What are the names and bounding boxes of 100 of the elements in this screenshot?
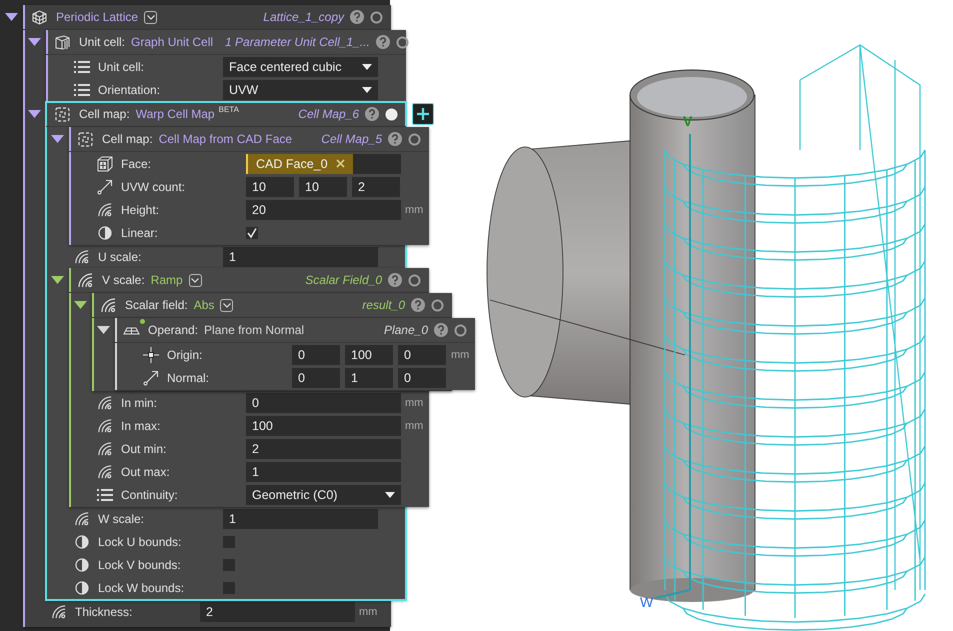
panel-type: Plane from Normal bbox=[204, 323, 304, 337]
number-field[interactable]: 100 bbox=[246, 416, 401, 436]
expand-triangle[interactable] bbox=[51, 135, 64, 143]
panel-name: Cell Map_6 bbox=[298, 107, 359, 121]
help-icon[interactable] bbox=[376, 35, 390, 49]
arcs-icon bbox=[97, 394, 113, 410]
half-circle-icon bbox=[74, 534, 90, 548]
number-field[interactable]: 2 bbox=[200, 602, 355, 622]
dropdown[interactable]: UVW bbox=[223, 80, 378, 100]
field-label: Thickness: bbox=[75, 604, 134, 618]
panel-label: Unit cell: bbox=[79, 35, 126, 49]
list-icon bbox=[97, 488, 113, 500]
number-field[interactable]: 1 bbox=[246, 462, 401, 482]
arcs-icon bbox=[97, 202, 113, 218]
number-field[interactable]: 1 bbox=[223, 508, 378, 528]
status-dot[interactable] bbox=[408, 274, 421, 286]
help-icon[interactable] bbox=[434, 323, 448, 337]
half-circle-icon bbox=[97, 226, 113, 240]
panel-name: 1 Parameter Unit Cell_1_... bbox=[225, 35, 370, 49]
field-label: Out max: bbox=[121, 464, 171, 478]
field-label: W scale: bbox=[98, 512, 146, 526]
help-icon[interactable] bbox=[388, 132, 402, 146]
help-icon[interactable] bbox=[365, 107, 379, 121]
panel-name: Plane_0 bbox=[384, 323, 428, 337]
panel-name: Cell Map_5 bbox=[321, 132, 382, 146]
arcs-icon bbox=[100, 296, 117, 314]
status-dot[interactable] bbox=[454, 324, 467, 336]
cube-icon bbox=[97, 156, 113, 172]
panel-type: Ramp bbox=[150, 273, 183, 287]
unit-label: mm bbox=[405, 396, 424, 408]
checkbox[interactable] bbox=[223, 558, 235, 570]
status-dot[interactable] bbox=[431, 298, 444, 312]
number-field[interactable]: 0 bbox=[292, 344, 340, 364]
number-field[interactable]: 100 bbox=[345, 344, 393, 364]
face-chip[interactable]: CAD Face_0 bbox=[246, 154, 353, 174]
dashed-frame-icon bbox=[54, 106, 71, 122]
field-label: Lock V bounds: bbox=[98, 558, 182, 572]
field-label: Orientation: bbox=[98, 82, 162, 96]
plus-icon bbox=[416, 107, 430, 121]
arcs-icon bbox=[51, 604, 67, 620]
dashed-frame-icon bbox=[77, 130, 94, 148]
unit-label: mm bbox=[359, 606, 378, 618]
type-menu-button[interactable] bbox=[220, 298, 234, 312]
field-label: Height: bbox=[121, 202, 160, 216]
status-dot[interactable] bbox=[370, 10, 383, 24]
checkbox[interactable] bbox=[223, 582, 235, 594]
dropdown[interactable]: Geometric (C0) bbox=[246, 484, 401, 504]
number-field[interactable]: 0 bbox=[292, 368, 340, 388]
number-field[interactable]: 1 bbox=[223, 246, 378, 266]
number-field[interactable]: 0 bbox=[246, 392, 401, 412]
type-menu-button[interactable] bbox=[144, 10, 158, 24]
number-field[interactable]: 20 bbox=[246, 200, 401, 220]
help-icon[interactable] bbox=[350, 10, 364, 24]
status-dot[interactable] bbox=[408, 132, 421, 146]
number-field[interactable]: 2 bbox=[352, 176, 400, 196]
beta-tag: BETA bbox=[218, 105, 239, 114]
help-icon[interactable] bbox=[411, 298, 425, 312]
number-field[interactable]: 10 bbox=[246, 176, 294, 196]
caret-icon bbox=[362, 64, 372, 70]
help-icon[interactable] bbox=[388, 273, 402, 287]
status-dot[interactable] bbox=[385, 108, 398, 120]
remove-icon[interactable] bbox=[336, 159, 345, 168]
field-label: Linear: bbox=[121, 226, 159, 240]
expand-triangle[interactable] bbox=[28, 38, 41, 46]
panel-name: Scalar Field_0 bbox=[305, 273, 382, 287]
number-field[interactable]: 1 bbox=[345, 368, 393, 388]
number-field[interactable]: 0 bbox=[398, 344, 446, 364]
lattice-cube-icon bbox=[31, 8, 48, 26]
unit-label: mm bbox=[405, 420, 424, 432]
add-button[interactable] bbox=[412, 103, 434, 125]
number-field[interactable]: 0 bbox=[398, 368, 446, 388]
panel-label: Scalar field: bbox=[125, 298, 188, 312]
dropdown[interactable]: Face centered cubic bbox=[223, 56, 378, 76]
expand-triangle[interactable] bbox=[97, 326, 110, 334]
number-field[interactable]: 2 bbox=[246, 438, 401, 458]
caret-icon bbox=[385, 492, 395, 498]
expand-triangle[interactable] bbox=[51, 276, 64, 284]
expand-triangle[interactable] bbox=[74, 301, 87, 309]
checkbox[interactable] bbox=[223, 536, 235, 548]
unit-label: mm bbox=[405, 204, 424, 216]
expand-triangle[interactable] bbox=[28, 110, 41, 118]
half-circle-icon bbox=[74, 558, 90, 572]
checkbox[interactable] bbox=[246, 226, 258, 238]
type-menu-button[interactable] bbox=[188, 274, 202, 286]
field-label: Origin: bbox=[167, 348, 204, 362]
arcs-icon bbox=[97, 418, 113, 434]
field-label: In max: bbox=[121, 418, 162, 432]
arrow-icon bbox=[143, 370, 159, 386]
chevron-down-icon bbox=[222, 302, 231, 308]
number-field[interactable]: 10 bbox=[299, 176, 347, 196]
list-icon bbox=[74, 84, 90, 96]
panel-name: result_0 bbox=[362, 298, 405, 312]
panel-label: Cell map: bbox=[102, 132, 153, 146]
panel-name: Lattice_1_copy bbox=[263, 10, 344, 24]
expand-triangle[interactable] bbox=[5, 13, 18, 21]
arcs-icon bbox=[74, 248, 90, 264]
field-label: UVW count: bbox=[121, 180, 186, 194]
status-dot[interactable] bbox=[396, 36, 409, 48]
unit-cell-icon bbox=[54, 34, 71, 50]
panel-label: V scale: bbox=[102, 273, 145, 287]
